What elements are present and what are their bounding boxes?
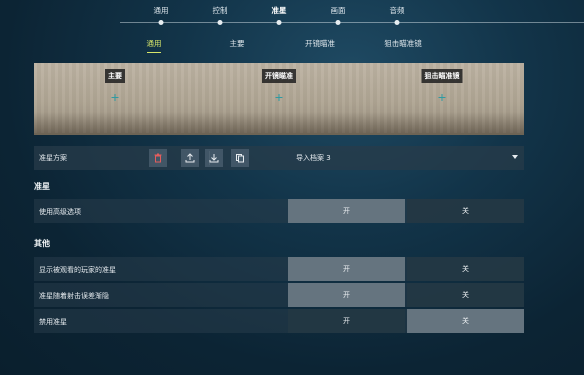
- preview-tag-sniper: 狙击瞄准镜: [421, 69, 463, 83]
- tab-controls-dot: [217, 20, 223, 25]
- setting-label: 显示被观看的玩家的准星: [39, 266, 116, 274]
- setting-label: 准星随着射击误差渐隐: [39, 292, 109, 300]
- download-icon: [209, 154, 219, 163]
- tab-audio[interactable]: 音频: [390, 5, 405, 16]
- setting-label: 禁用准星: [39, 318, 67, 326]
- setting-row-advanced-options: 使用高级选项 开 关: [34, 199, 524, 223]
- subtab-active-underline: [147, 52, 161, 53]
- export-profile-button[interactable]: [181, 149, 199, 167]
- crosshair-profile-bar: 准星方案 导入档案 3: [34, 146, 524, 170]
- profile-label: 准星方案: [39, 154, 67, 162]
- setting-label: 使用高级选项: [39, 208, 81, 216]
- tab-controls[interactable]: 控制: [213, 5, 228, 16]
- section-title-other: 其他: [34, 239, 50, 248]
- section-title-crosshair: 准星: [34, 182, 50, 191]
- delete-profile-button[interactable]: [149, 149, 167, 167]
- toggle-off-button[interactable]: 关: [407, 283, 524, 307]
- tab-video-dot: [335, 20, 341, 25]
- setting-row-fade-with-error: 准星随着射击误差渐隐 开 关: [34, 283, 524, 307]
- tab-video[interactable]: 画面: [331, 5, 346, 16]
- toggle-on-button[interactable]: 开: [288, 283, 405, 307]
- toggle-on-button[interactable]: 开: [288, 257, 405, 281]
- top-nav: 通用 控制 准星 画面 音频: [0, 0, 584, 25]
- subtab-general[interactable]: 通用: [147, 38, 162, 49]
- subtab-ads[interactable]: 开镜瞄准: [305, 38, 335, 49]
- crosshair-primary-icon: [111, 94, 119, 101]
- subtab-primary[interactable]: 主要: [230, 38, 245, 49]
- upload-icon: [185, 153, 195, 163]
- tab-crosshair-dot: [276, 20, 282, 25]
- preview-tag-primary: 主要: [105, 69, 125, 83]
- crosshair-preview: 主要 开镜瞄准 狙击瞄准镜: [34, 63, 524, 135]
- toggle-on-button[interactable]: 开: [288, 199, 405, 223]
- tab-crosshair[interactable]: 准星: [272, 5, 287, 16]
- crosshair-ads-icon: [275, 94, 283, 101]
- trash-icon: [154, 153, 162, 163]
- tab-general-dot: [158, 20, 164, 25]
- setting-row-spectated-crosshair: 显示被观看的玩家的准星 开 关: [34, 257, 524, 281]
- import-profile-button[interactable]: [205, 149, 223, 167]
- toggle-off-button[interactable]: 关: [407, 199, 524, 223]
- copy-profile-button[interactable]: [231, 149, 249, 167]
- preview-tag-ads: 开镜瞄准: [262, 69, 296, 83]
- top-nav-line: [120, 22, 584, 23]
- toggle-off-button[interactable]: 关: [407, 257, 524, 281]
- chevron-down-icon[interactable]: [512, 155, 518, 159]
- copy-icon: [236, 154, 244, 163]
- profile-select-value[interactable]: 导入档案 3: [296, 153, 331, 163]
- tab-general[interactable]: 通用: [154, 5, 169, 16]
- crosshair-sniper-icon: [438, 94, 446, 101]
- toggle-on-button[interactable]: 开: [288, 309, 405, 333]
- setting-row-disable-crosshair: 禁用准星 开 关: [34, 309, 524, 333]
- toggle-off-button[interactable]: 关: [407, 309, 524, 333]
- tab-audio-dot: [394, 20, 400, 25]
- subtab-sniper-scope[interactable]: 狙击瞄准镜: [384, 38, 422, 49]
